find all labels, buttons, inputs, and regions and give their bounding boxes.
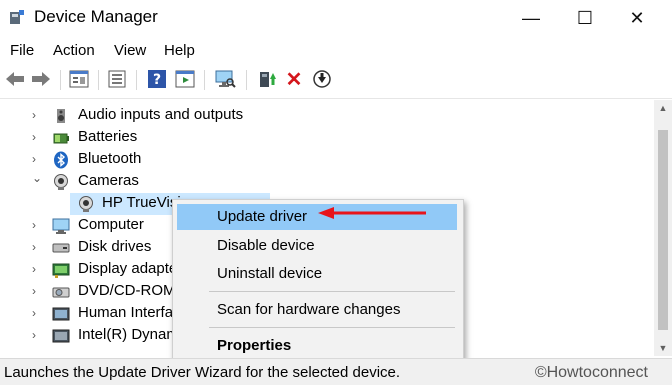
menu-properties[interactable]: Properties xyxy=(177,333,457,359)
menu-help[interactable]: Help xyxy=(164,42,195,59)
toolbar-separator xyxy=(136,70,137,90)
tree-row-label: Disk drives xyxy=(78,238,152,255)
watermark: ©Howtoconnect xyxy=(534,364,648,381)
back-icon[interactable] xyxy=(4,68,26,90)
title-bar: Device Manager — ☐ ✕ xyxy=(0,0,672,36)
expand-icon[interactable]: › xyxy=(32,130,42,144)
toolbar-separator xyxy=(204,70,205,90)
scroll-up-icon[interactable]: ▲ xyxy=(654,100,672,116)
toolbar-separator xyxy=(60,70,61,90)
menu-bar xyxy=(0,36,672,64)
close-icon: ✕ xyxy=(629,7,645,28)
tree-row-label: Batteries xyxy=(78,128,138,145)
tree-row-label: Display adapte xyxy=(78,260,178,277)
tree-row-audio[interactable]: › Audio inputs and outputs xyxy=(0,105,654,127)
expand-icon[interactable]: › xyxy=(32,108,42,122)
webcam-icon xyxy=(79,196,93,212)
vertical-scrollbar[interactable]: ▲ ▼ xyxy=(654,100,672,356)
menu-file[interactable]: File xyxy=(10,42,34,59)
menu-separator xyxy=(209,291,455,292)
tree-row-label: Computer xyxy=(78,216,144,233)
expand-icon[interactable]: › xyxy=(32,306,42,320)
toolbar-separator xyxy=(246,70,247,90)
annotation-arrow-icon xyxy=(318,207,426,219)
minimize-button[interactable]: — xyxy=(508,0,554,36)
expand-icon[interactable]: › xyxy=(32,284,42,298)
expand-icon[interactable]: › xyxy=(32,218,42,232)
display-adapter-icon xyxy=(52,263,70,278)
menu-scan-hardware[interactable]: Scan for hardware changes xyxy=(177,297,457,323)
expand-icon[interactable]: › xyxy=(32,152,42,166)
menu-item-label: Update driver xyxy=(217,208,308,225)
menu-item-label: Properties xyxy=(217,337,292,354)
menu-uninstall-device[interactable]: Uninstall device xyxy=(177,261,457,287)
dvd-icon xyxy=(52,287,70,298)
menu-item-label: Disable device xyxy=(217,237,315,254)
uninstall-icon[interactable]: ✕ xyxy=(283,68,305,91)
menu-disable-device[interactable]: Disable device xyxy=(177,233,457,259)
close-button[interactable]: ✕ xyxy=(614,0,660,36)
speaker-icon xyxy=(57,109,65,123)
minimize-icon: — xyxy=(522,7,540,28)
context-menu: Update driver Disable device Uninstall d… xyxy=(172,199,464,363)
menu-action[interactable]: Action xyxy=(53,42,95,59)
expand-icon[interactable]: › xyxy=(32,240,42,254)
menu-item-label: Uninstall device xyxy=(217,265,323,282)
menu-item-label: Scan for hardware changes xyxy=(217,301,401,318)
tree-row-label: Intel(R) Dynam xyxy=(78,326,179,343)
show-hide-console-tree-icon[interactable] xyxy=(106,68,128,90)
hid-icon xyxy=(52,307,70,321)
disable-icon[interactable] xyxy=(311,68,333,90)
tree-row-batteries[interactable]: › Batteries xyxy=(0,127,654,149)
tree-row-cameras[interactable]: ⌄ Cameras xyxy=(0,171,654,193)
expand-icon[interactable]: › xyxy=(32,328,42,342)
expand-icon[interactable]: › xyxy=(32,262,42,276)
window-title: Device Manager xyxy=(34,7,158,26)
collapse-icon[interactable]: ⌄ xyxy=(32,171,42,185)
help-icon[interactable]: ? xyxy=(146,68,168,90)
scan-hardware-icon[interactable] xyxy=(214,68,236,90)
tree-row-bluetooth[interactable]: › Bluetooth xyxy=(0,149,654,171)
toolbar xyxy=(0,64,672,99)
tree-row-label: DVD/CD-ROM xyxy=(78,282,176,299)
update-driver-icon[interactable] xyxy=(256,68,278,90)
status-text: Launches the Update Driver Wizard for th… xyxy=(4,364,401,381)
maximize-icon: ☐ xyxy=(576,7,594,28)
battery-icon xyxy=(53,133,69,144)
camera-icon xyxy=(54,174,68,190)
tree-row-label: HP TrueVisi xyxy=(102,194,181,211)
properties-icon[interactable] xyxy=(68,68,90,90)
tree-row-label: Audio inputs and outputs xyxy=(78,106,244,123)
bluetooth-icon xyxy=(54,151,68,169)
menu-view[interactable]: View xyxy=(114,42,146,59)
computer-icon xyxy=(52,218,70,234)
toolbar-separator xyxy=(98,70,99,90)
device-manager-icon xyxy=(10,10,24,24)
action-pane-icon[interactable] xyxy=(174,68,196,90)
menu-separator xyxy=(209,327,455,328)
svg-text:?: ? xyxy=(153,72,161,88)
tree-row-label: Human Interfa xyxy=(78,304,174,321)
status-bar: Launches the Update Driver Wizard for th… xyxy=(0,358,672,385)
disk-drive-icon xyxy=(52,243,70,253)
scrollbar-thumb[interactable] xyxy=(658,130,668,330)
forward-icon[interactable] xyxy=(30,68,52,90)
tree-row-label: Bluetooth xyxy=(78,150,142,167)
tree-row-label: Cameras xyxy=(78,172,139,189)
chip-icon xyxy=(52,329,70,343)
scroll-down-icon[interactable]: ▼ xyxy=(654,340,672,356)
maximize-button[interactable]: ☐ xyxy=(562,0,608,36)
